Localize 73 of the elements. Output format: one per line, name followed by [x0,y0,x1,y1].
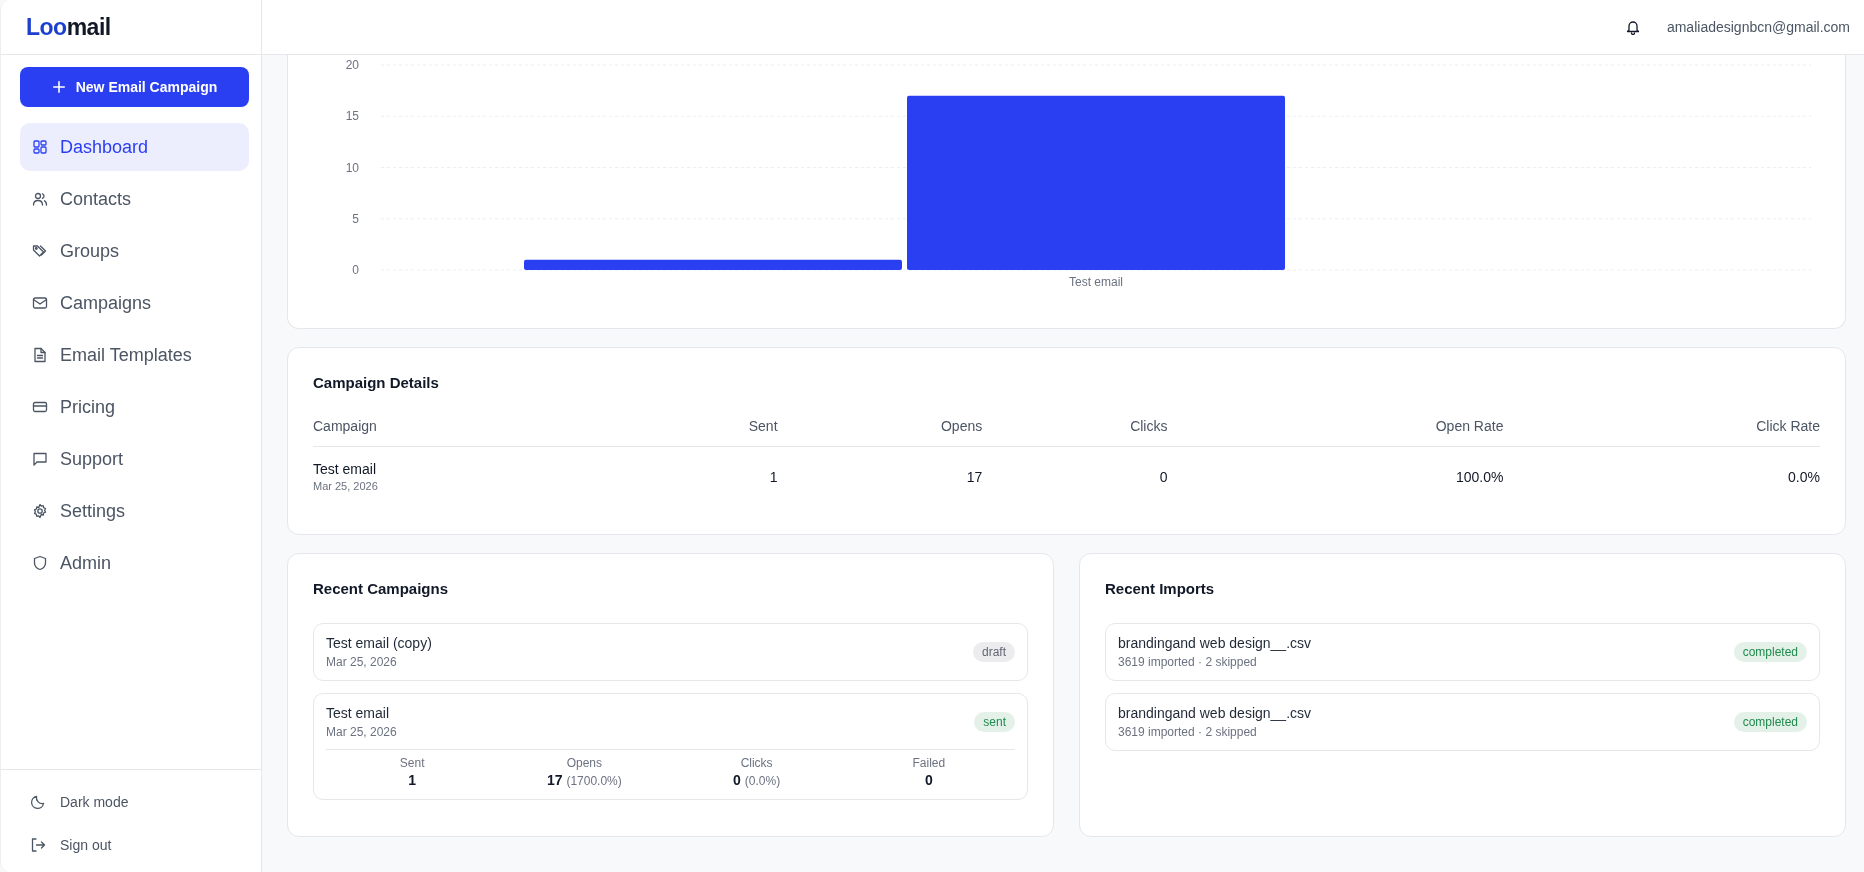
item-name: Test email (copy) [326,635,432,651]
stat-value: 1 [408,772,416,788]
stat-value: 0 (0.0%) [733,772,781,788]
nav-item[interactable]: Support [20,435,249,483]
chat-icon [32,451,48,467]
logo: Loomail [26,13,111,41]
item-name: Test email [326,705,391,721]
column-header: Clicks [982,409,1168,447]
axis-category-label: Test email [1069,275,1123,289]
table-cell: 0.0% [1503,446,1820,492]
moon-icon [30,793,46,810]
table-cell: 100.0% [1167,446,1504,492]
mail-icon [32,295,48,311]
sidebar-link[interactable]: Sign out [20,823,261,866]
item-name: brandingand web design__.csv [1118,705,1312,721]
new-campaign-button[interactable]: New Email Campaign [20,67,249,107]
list-card[interactable]: Test email (copy) Mar 25, 2026 draft [313,623,1028,681]
status-badge: sent [974,712,1015,732]
card-title: Recent Campaigns [313,580,450,597]
nav-item[interactable]: Pricing [20,383,249,431]
column-header: Sent [634,409,778,447]
column-header: Opens [777,409,983,447]
bell-icon[interactable] [1624,19,1641,35]
axis-tick-label: 0 [352,263,359,277]
tags-icon [32,243,48,259]
status-badge: completed [1733,642,1807,662]
table-cell: 1 [634,446,778,492]
list-card[interactable]: Test email Mar 25, 2026 sent Sent 1 Opens 17 (1700.0%) Clicks 0 (0.0%) Failed 0 [313,693,1028,800]
document-icon [32,347,48,363]
item-date: Mar 25, 2026 [326,725,397,739]
nav-item[interactable]: Admin [20,539,249,587]
plus-icon [51,80,66,94]
stat-label: Clicks [740,756,773,770]
stat-label: Failed [912,756,946,770]
sign-out-icon [30,836,46,853]
list-card[interactable]: brandingand web design__.csv 3619 imported · 2 skipped completed [1105,693,1820,751]
campaign-name: Test email [313,461,378,477]
card-title: Recent Imports [1105,580,1216,597]
column-header: Click Rate [1503,409,1820,447]
nav-item[interactable]: Contacts [20,175,249,223]
axis-tick-label: 15 [345,109,359,124]
sidebar-link[interactable]: Dark mode [20,780,261,823]
stat-value: 0 [924,772,933,788]
nav-item[interactable]: Campaigns [20,279,249,327]
card-title: Campaign Details [313,374,440,391]
stat-label: Opens [566,756,603,770]
import-summary: 3619 imported · 2 skipped [1118,725,1258,739]
campaign-date: Mar 25, 2026 [313,480,379,492]
status-badge: completed [1733,712,1807,732]
nav-item[interactable]: Email Templates [20,331,249,379]
axis-tick-label: 20 [345,58,359,72]
nav-item[interactable]: Dashboard [20,123,249,171]
column-header: Campaign [313,409,635,447]
nav-item[interactable]: Settings [20,487,249,535]
status-badge: draft [973,642,1015,662]
settings-icon [32,503,48,519]
shield-icon [32,555,48,571]
nav-item[interactable]: Groups [20,227,249,275]
account-email: amaliadesignbcn@gmail.com [1666,19,1850,35]
credit-card-icon [32,399,48,415]
table-cell: 0 [982,446,1168,492]
stat-value: 17 (1700.0%) [546,772,622,788]
table-cell: 17 [777,446,983,492]
users-icon [32,191,48,207]
list-card[interactable]: brandingand web design__.csv 3619 imported · 2 skipped completed [1105,623,1820,681]
stat-label: Sent [399,756,425,770]
column-header: Open Rate [1167,409,1504,447]
import-summary: 3619 imported · 2 skipped [1118,655,1258,669]
axis-tick-label: 5 [352,211,359,226]
grid-icon [32,139,48,155]
item-name: brandingand web design__.csv [1118,635,1312,651]
axis-tick-label: 10 [345,160,359,175]
item-date: Mar 25, 2026 [326,655,398,669]
